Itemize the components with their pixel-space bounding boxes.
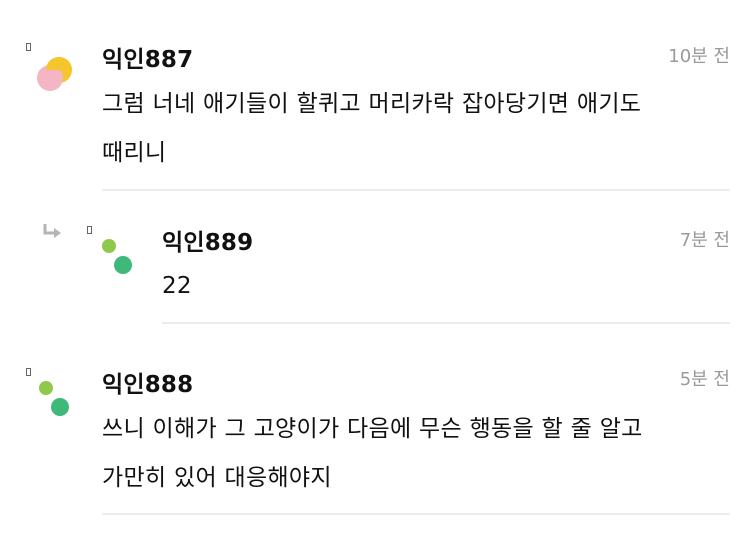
comment-line: 때리니: [102, 140, 167, 166]
timestamp: 7분 전: [679, 230, 730, 251]
avatar[interactable]: [98, 236, 138, 276]
avatar-icon: [37, 57, 72, 91]
timestamp: 5분 전: [679, 369, 730, 390]
marker-icon: [26, 368, 31, 376]
comment-text: 그럼 너네 애기들이 할퀴고 머리카락 잡아당기면 애기도 때리니: [102, 80, 641, 178]
avatar-icon: [102, 239, 132, 274]
divider: [102, 189, 730, 191]
avatar[interactable]: [36, 378, 76, 418]
marker-icon: [26, 43, 31, 51]
reply-comment-item: 익인889 7분 전 22: [0, 192, 750, 326]
comment-line: 가만히 있어 대응해야지: [102, 465, 332, 491]
divider: [162, 322, 730, 324]
divider: [102, 513, 730, 515]
comment-line: 쓰니 이해가 그 고양이가 다음에 무슨 행동을 할 줄 알고: [102, 416, 643, 442]
comment-item: 익인888 5분 전 쓰니 이해가 그 고양이가 다음에 무슨 행동을 할 줄 …: [0, 326, 750, 535]
avatar[interactable]: [36, 56, 74, 94]
comment-item: 익인887 10분 전 그럼 너네 애기들이 할퀴고 머리카락 잡아당기면 애기…: [0, 0, 750, 192]
author-name[interactable]: 익인888: [102, 365, 193, 399]
comment-line: 그럼 너네 애기들이 할퀴고 머리카락 잡아당기면 애기도: [102, 91, 642, 117]
timestamp: 10분 전: [668, 46, 730, 67]
avatar-icon: [39, 381, 69, 416]
comment-line: 22: [162, 273, 192, 299]
author-name[interactable]: 익인889: [162, 223, 253, 257]
reply-arrow-icon: [42, 222, 64, 246]
marker-icon: [87, 226, 92, 234]
comment-text: 쓰니 이해가 그 고양이가 다음에 무슨 행동을 할 줄 알고 가만히 있어 대…: [102, 405, 643, 503]
comment-text: 22: [162, 262, 192, 311]
author-name[interactable]: 익인887: [102, 40, 193, 74]
